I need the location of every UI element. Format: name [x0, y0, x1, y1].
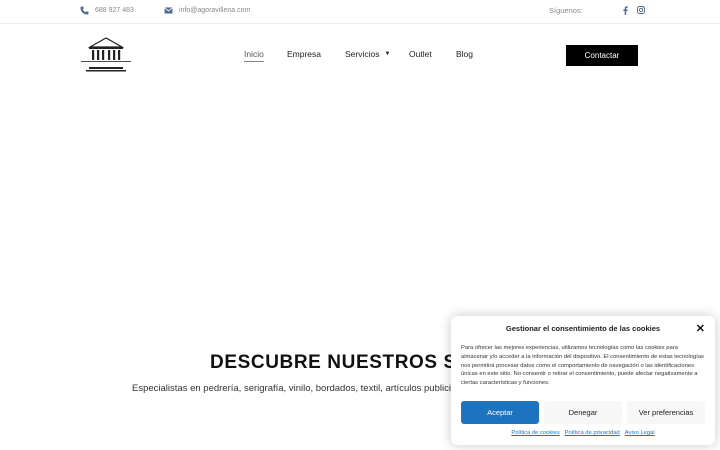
nav-item-blog[interactable]: Blog: [456, 49, 473, 59]
facebook-icon[interactable]: [621, 5, 630, 15]
accept-button[interactable]: Aceptar: [461, 401, 539, 424]
site-logo[interactable]: [80, 36, 132, 72]
preferences-button[interactable]: Ver preferencias: [627, 401, 705, 424]
phone-number: 688 927 483: [95, 7, 134, 14]
cookie-policy-link[interactable]: Política de cookies: [511, 430, 559, 436]
email-address: info@agoravillena.com: [179, 7, 251, 14]
privacy-policy-link[interactable]: Política de privacidad: [565, 430, 620, 436]
envelope-icon: [164, 6, 173, 15]
hero-subtitle: Especialistas en pedrería, serigrafía, v…: [132, 383, 475, 394]
social-links: [621, 5, 645, 15]
nav-item-servicios[interactable]: Servicios ▼: [345, 49, 390, 59]
legal-notice-link[interactable]: Aviso Legal: [625, 430, 655, 436]
nav-item-empresa[interactable]: Empresa: [287, 49, 321, 59]
nav-item-servicios-label: Servicios: [345, 49, 380, 59]
topbar: 688 927 483 info@agoravillena.com Síguen…: [0, 0, 720, 24]
email-contact[interactable]: info@agoravillena.com: [164, 6, 250, 15]
instagram-icon[interactable]: [636, 5, 645, 15]
deny-button[interactable]: Denegar: [544, 401, 622, 424]
cookie-links: Política de cookies Política de privacid…: [451, 430, 715, 436]
phone-icon: [80, 6, 89, 15]
cookie-dialog-text: Para ofrecer las mejores experiencias, u…: [461, 345, 704, 387]
contact-button[interactable]: Contactar: [566, 45, 638, 66]
close-icon[interactable]: ✕: [696, 322, 705, 335]
follow-label: Síguenos:: [549, 6, 583, 15]
nav-item-inicio[interactable]: Inicio: [244, 49, 264, 62]
cookie-dialog-title: Gestionar el consentimiento de las cooki…: [505, 324, 661, 333]
phone-contact[interactable]: 688 927 483: [80, 6, 134, 15]
cookie-consent-dialog: Gestionar el consentimiento de las cooki…: [451, 316, 715, 445]
caret-down-icon: ▼: [384, 51, 391, 57]
nav-item-outlet[interactable]: Outlet: [409, 49, 432, 59]
